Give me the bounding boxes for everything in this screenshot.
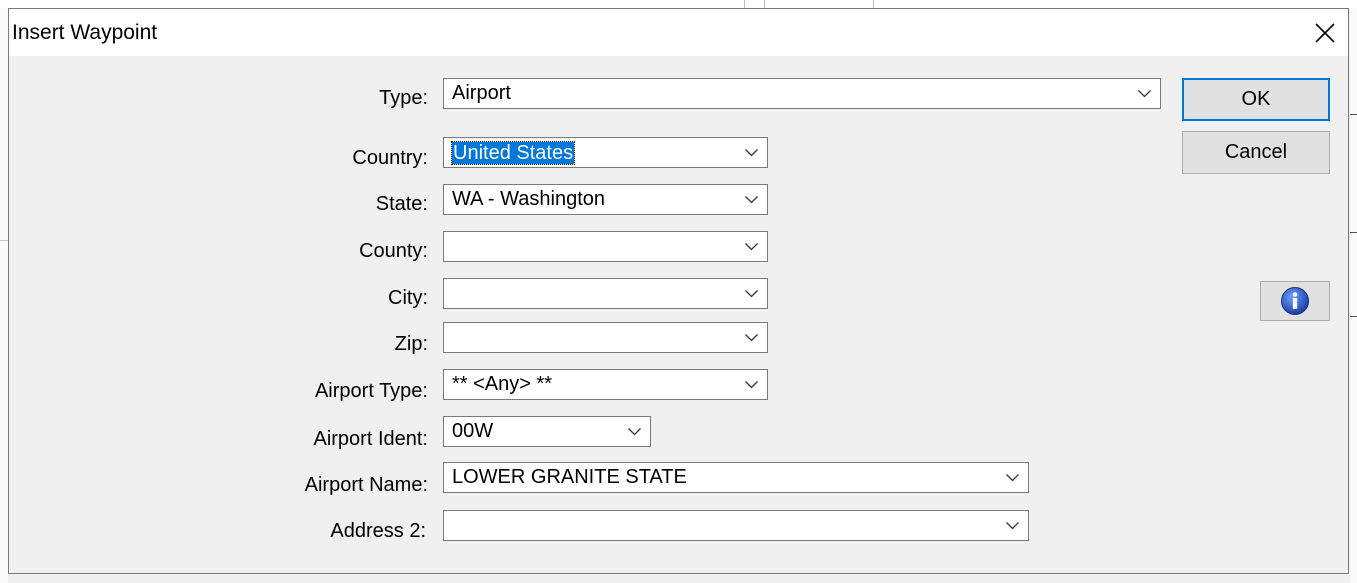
background-app-strip — [0, 0, 1357, 8]
chevron-down-icon — [1006, 522, 1019, 530]
chevron-down-icon — [1006, 474, 1019, 482]
chevron-down-icon — [745, 149, 758, 157]
airport-type-value: ** <Any> ** — [452, 373, 553, 395]
airport-ident-label: Airport Ident: — [313, 428, 428, 450]
ok-button[interactable]: OK — [1182, 78, 1330, 121]
zip-label: Zip: — [394, 333, 428, 355]
type-label: Type: — [379, 87, 428, 109]
airport-name-label: Airport Name: — [304, 474, 428, 496]
dialog-title: Insert Waypoint — [12, 21, 158, 44]
chevron-down-icon — [1138, 90, 1151, 98]
cancel-button-label: Cancel — [1224, 141, 1288, 163]
ok-button-label: OK — [1241, 88, 1271, 110]
insert-waypoint-dialog: Insert Waypoint Type: Airport Country: U… — [8, 8, 1349, 574]
address-2-label: Address 2: — [330, 520, 426, 542]
cancel-button[interactable]: Cancel — [1182, 131, 1330, 174]
state-label: State: — [375, 193, 428, 215]
county-label: County: — [359, 240, 428, 262]
background-divider — [1350, 316, 1357, 317]
chevron-down-icon — [628, 428, 641, 436]
country-label: Country: — [352, 147, 428, 169]
close-button[interactable] — [1302, 9, 1348, 56]
county-dropdown[interactable] — [443, 231, 768, 262]
background-divider — [0, 240, 8, 241]
state-dropdown[interactable]: WA - Washington — [443, 184, 768, 215]
chevron-down-icon — [745, 334, 758, 342]
country-value: United States — [450, 141, 576, 165]
background-divider — [744, 0, 745, 8]
chevron-down-icon — [745, 381, 758, 389]
type-dropdown[interactable]: Airport — [443, 78, 1161, 109]
info-button[interactable] — [1260, 281, 1330, 321]
city-dropdown[interactable] — [443, 278, 768, 309]
background-divider — [1350, 232, 1357, 233]
airport-name-dropdown[interactable]: LOWER GRANITE STATE — [443, 462, 1029, 493]
zip-dropdown[interactable] — [443, 322, 768, 353]
state-value: WA - Washington — [452, 188, 606, 210]
background-divider — [764, 0, 765, 8]
close-icon — [1315, 22, 1335, 43]
airport-ident-dropdown[interactable]: 00W — [443, 416, 651, 447]
background-app-left — [0, 8, 8, 583]
address-2-dropdown[interactable] — [443, 510, 1029, 541]
airport-name-value: LOWER GRANITE STATE — [452, 466, 687, 488]
background-divider — [873, 0, 874, 8]
airport-ident-value: 00W — [452, 420, 494, 442]
title-bar: Insert Waypoint — [9, 9, 1348, 56]
background-divider — [1350, 114, 1357, 115]
chevron-down-icon — [745, 290, 758, 298]
city-label: City: — [388, 287, 428, 309]
info-icon — [1281, 287, 1309, 315]
chevron-down-icon — [745, 243, 758, 251]
type-value: Airport — [452, 82, 511, 104]
chevron-down-icon — [745, 196, 758, 204]
airport-type-label: Airport Type: — [314, 380, 428, 402]
country-dropdown[interactable]: United States — [443, 137, 768, 168]
airport-type-dropdown[interactable]: ** <Any> ** — [443, 369, 768, 400]
background-app-right — [1350, 8, 1357, 583]
